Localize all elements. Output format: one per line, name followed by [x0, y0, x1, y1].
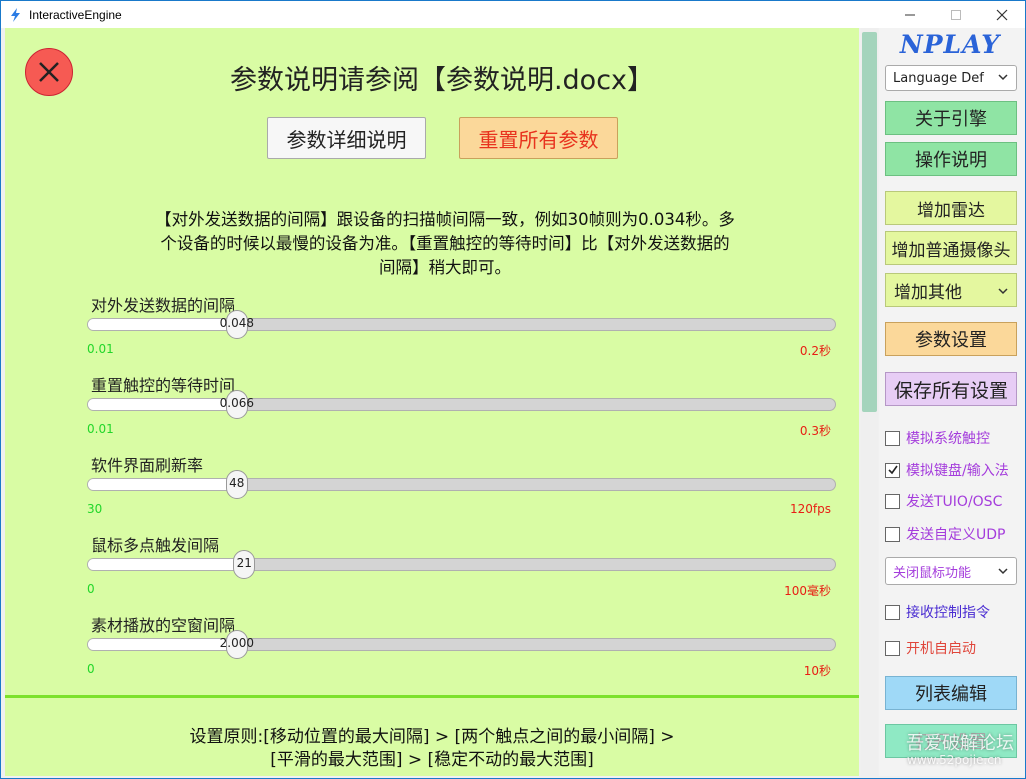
add-camera-button[interactable]: 增加普通摄像头 — [885, 231, 1017, 265]
param-media-gap: 素材播放的空窗间隔 2.000 0 10秒 — [87, 612, 837, 692]
param-label: 重置触控的等待时间 — [91, 376, 236, 395]
param-refresh-rate: 软件界面刷新率 48 30 120fps — [87, 452, 837, 532]
param-settings-button[interactable]: 参数设置 — [885, 322, 1017, 356]
checkbox[interactable] — [885, 526, 900, 542]
description-line: 【对外发送数据的间隔】跟设备的扫描帧间隔一致，例如30帧则为0.034秒。多 — [155, 210, 735, 229]
slider-value: 21 — [236, 556, 252, 570]
section-divider — [5, 695, 859, 698]
slider-min-label: 0.01 — [87, 422, 114, 436]
add-other-value: 增加其他 — [894, 282, 962, 303]
slider-track[interactable] — [87, 318, 836, 331]
slider-max-label: 120fps — [790, 502, 831, 516]
slider-track[interactable] — [87, 478, 836, 491]
slider-max-label: 100毫秒 — [784, 584, 831, 598]
description-line: 间隔】稍大即可。 — [379, 258, 511, 277]
slider-max-label: 10秒 — [803, 664, 831, 678]
reset-all-params-button[interactable]: 重置所有参数 — [459, 117, 618, 159]
description-line: 个设备的时候以最慢的设备为准。【重置触控的等待时间】比【对外发送数据的 — [160, 234, 730, 253]
side-panel: NPLAY Language Def 关于引擎 操作说明 增加雷达 增加普通摄像… — [879, 28, 1025, 776]
slider-track[interactable] — [87, 638, 836, 651]
minimize-icon — [905, 14, 915, 15]
manual-button[interactable]: 操作说明 — [885, 142, 1017, 176]
mouse-select-value: 关闭鼠标功能 — [893, 565, 972, 581]
slider-min-label: 0 — [87, 582, 95, 596]
close-window-button[interactable] — [979, 1, 1025, 28]
slider-value: 48 — [229, 476, 245, 490]
checkbox-label: 模拟键盘/输入法 — [906, 463, 1009, 479]
slider-min-label: 30 — [87, 502, 103, 516]
checkbox[interactable] — [885, 493, 900, 509]
watermark-text: 吾爱破解论坛 — [906, 733, 1014, 754]
checkbox-autostart[interactable]: 开机自启动 — [885, 637, 1025, 659]
slider-track[interactable] — [87, 558, 836, 571]
mouse-function-select[interactable]: 关闭鼠标功能 — [885, 557, 1017, 585]
param-label: 素材播放的空窗间隔 — [91, 616, 236, 635]
app-lightning-icon — [7, 7, 23, 23]
window-controls — [887, 1, 1025, 28]
param-label: 鼠标多点触发间隔 — [91, 536, 220, 555]
slider-track[interactable] — [87, 398, 836, 411]
nplay-logo: NPLAY — [899, 30, 1001, 59]
checkbox-simulate-keyboard[interactable]: 模拟键盘/输入法 — [885, 459, 1025, 481]
vertical-scrollbar[interactable] — [861, 28, 878, 776]
window-title: InteractiveEngine — [29, 7, 122, 22]
slider-value: 0.048 — [219, 316, 254, 330]
checkbox-send-udp[interactable]: 发送自定义UDP — [885, 523, 1025, 545]
param-send-interval: 对外发送数据的间隔 0.048 0.01 0.2秒 — [87, 292, 837, 372]
checkbox-label: 模拟系统触控 — [906, 431, 990, 447]
checkbox-label: 发送自定义UDP — [906, 527, 1006, 543]
checkbox[interactable] — [885, 604, 900, 620]
chevron-down-icon — [998, 568, 1008, 575]
checkbox-label: 接收控制指令 — [906, 605, 990, 621]
checkmark-icon — [887, 465, 898, 475]
slider-min-label: 0.01 — [87, 342, 114, 356]
checkbox-simulate-touch[interactable]: 模拟系统触控 — [885, 427, 1025, 449]
checkbox[interactable] — [885, 430, 900, 446]
slider-max-label: 0.2秒 — [799, 344, 831, 358]
title-bar: InteractiveEngine — [1, 1, 1025, 28]
language-select-value: Language Def — [893, 70, 984, 86]
minimize-button[interactable] — [887, 1, 933, 28]
footer-line: [平滑的最大范围] > [稳定不动的最大范围] — [270, 750, 594, 770]
scrollbar-thumb[interactable] — [862, 32, 877, 412]
settings-principle: 设置原则:[移动位置的最大间隔] > [两个触点之间的最小间隔] > [平滑的最… — [5, 726, 859, 772]
checkbox-checked[interactable] — [885, 462, 900, 478]
checkbox-label: 开机自启动 — [906, 641, 976, 657]
param-label: 软件界面刷新率 — [91, 456, 204, 475]
app-window: InteractiveEngine 参数说明请参阅【参数说明.docx】 参数详… — [0, 0, 1026, 779]
checkbox-label: 发送TUIO/OSC — [906, 494, 1003, 510]
list-edit-button[interactable]: 列表编辑 — [885, 676, 1017, 710]
checkbox-send-tuio[interactable]: 发送TUIO/OSC — [885, 490, 1025, 512]
param-description: 【对外发送数据的间隔】跟设备的扫描帧间隔一致，例如30帧则为0.034秒。多 个… — [95, 208, 795, 280]
slider-value: 0.066 — [219, 396, 254, 410]
maximize-button[interactable] — [933, 1, 979, 28]
page-title: 参数说明请参阅【参数说明.docx】 — [229, 65, 655, 96]
slider-max-label: 0.3秒 — [799, 424, 831, 438]
param-details-button[interactable]: 参数详细说明 — [267, 117, 426, 159]
slider-min-label: 0 — [87, 662, 95, 676]
close-icon — [996, 9, 1008, 20]
watermark-url: www.52pojie.cn — [907, 753, 1002, 767]
parameter-panel: 参数说明请参阅【参数说明.docx】 参数详细说明 重置所有参数 【对外发送数据… — [5, 28, 859, 776]
footer-line: 设置原则:[移动位置的最大间隔] > [两个触点之间的最小间隔] > — [189, 727, 675, 747]
language-select[interactable]: Language Def — [885, 65, 1017, 91]
param-reset-wait: 重置触控的等待时间 0.066 0.01 0.3秒 — [87, 372, 837, 452]
checkbox-receive-control[interactable]: 接收控制指令 — [885, 601, 1025, 623]
maximize-icon — [951, 9, 961, 20]
save-all-settings-button[interactable]: 保存所有设置 — [885, 372, 1017, 406]
add-radar-button[interactable]: 增加雷达 — [885, 191, 1017, 225]
about-engine-button[interactable]: 关于引擎 — [885, 101, 1017, 135]
slider-value: 2.000 — [219, 636, 254, 650]
add-other-select[interactable]: 增加其他 — [885, 273, 1017, 307]
checkbox[interactable] — [885, 640, 900, 656]
chevron-down-icon — [998, 288, 1008, 295]
param-mouse-interval: 鼠标多点触发间隔 21 0 100毫秒 — [87, 532, 837, 612]
param-label: 对外发送数据的间隔 — [91, 296, 236, 315]
chevron-down-icon — [998, 74, 1008, 81]
